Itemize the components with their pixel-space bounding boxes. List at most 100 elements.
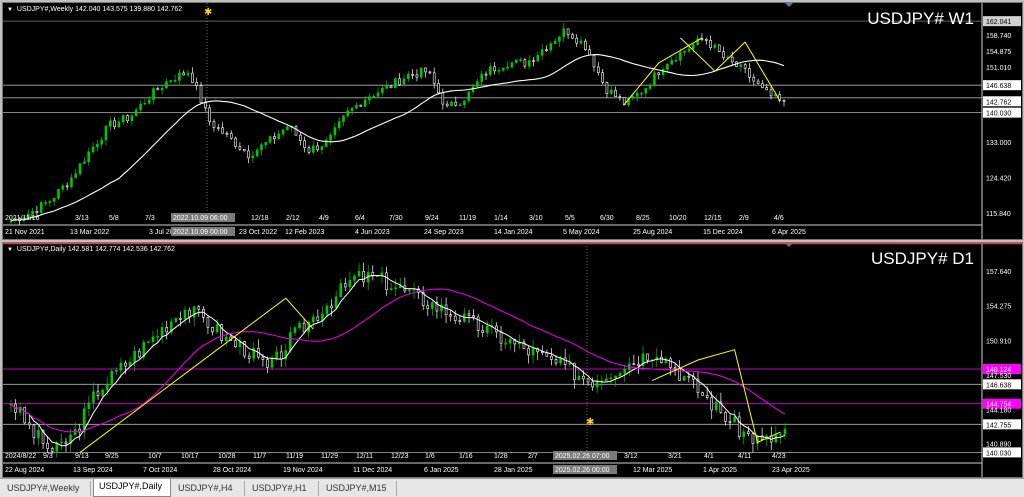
upper-date-label: 2/9: [739, 215, 749, 222]
zigzag-line: [79, 297, 314, 454]
candle-body: [722, 51, 725, 58]
candle-body: [640, 92, 643, 95]
candle-body: [402, 78, 406, 86]
upper-date-label: 4/6: [774, 215, 784, 222]
candle-body: [761, 83, 764, 88]
candle-body: [467, 313, 471, 316]
candle-body: [661, 69, 665, 75]
candle-body: [532, 60, 535, 62]
weekly-symbol-label: USDJPY# W1: [867, 9, 974, 28]
candle-body: [783, 428, 787, 435]
candle-body: [609, 89, 613, 94]
candle-body: [279, 351, 283, 360]
weekly-chart-canvas[interactable]: 162.041 158.740 154.875 151.010 146.638 142.7…: [3, 3, 1022, 239]
candle-body: [307, 147, 311, 153]
chart-tab-bar: USDJPY#,Weekly USDJPY#,Daily USDJPY#,H4 …: [0, 478, 1024, 497]
candle-body: [348, 279, 352, 288]
candle-body: [450, 101, 453, 107]
moving-average-line: [10, 54, 785, 222]
candle-body: [208, 107, 211, 123]
upper-date-label: 3/13: [75, 215, 89, 222]
time-axis-label: 14 Jan 2024: [494, 229, 533, 236]
candle-body: [432, 72, 436, 84]
candle-body: [119, 362, 123, 371]
candle-body: [458, 104, 462, 107]
weekly-chart[interactable]: 162.041 158.740 154.875 151.010 146.638 142.7…: [2, 2, 1023, 240]
candle-body: [679, 52, 682, 61]
candle-body: [298, 322, 301, 329]
candle-body: [204, 102, 207, 109]
candle-body: [444, 304, 448, 315]
candle-body: [303, 140, 306, 149]
candle-body: [39, 202, 43, 213]
candle-body: [389, 288, 393, 290]
candle-body: [330, 305, 333, 309]
candle-body: [137, 350, 141, 358]
price-tag-label: 140.030: [986, 111, 1011, 118]
daily-chart-canvas[interactable]: 157.640154.275150.910148.124147.530146.6…: [3, 243, 1022, 477]
candle-body: [165, 327, 169, 333]
crosshair-marker-icon: ✱: [204, 7, 212, 18]
chart-frame: 162.041 158.740 154.875 151.010 146.638 142.7…: [0, 0, 1024, 478]
tab-usdjpy-m15[interactable]: USDJPY#,M15: [321, 481, 397, 496]
candle-body: [504, 342, 507, 345]
candle-body: [713, 44, 717, 48]
price-axis-label: 147.530: [986, 373, 1011, 380]
candle-body: [536, 54, 540, 62]
candle-body: [31, 211, 34, 215]
candle-body: [701, 392, 704, 396]
candle-body: [174, 318, 178, 322]
candle-body: [554, 359, 558, 364]
candle-body: [592, 54, 596, 68]
upper-date-label: 1/14: [494, 215, 508, 222]
tab-usdjpy-h4[interactable]: USDJPY#,H4: [173, 481, 245, 496]
weekly-chart-header: ▼ USDJPY#,Weekly 142.040 143.575 139.880…: [7, 6, 182, 13]
tab-usdjpy-h1[interactable]: USDJPY#,H1: [247, 481, 319, 496]
upper-date-label: 3/10: [529, 215, 543, 222]
candle-body: [618, 96, 622, 98]
candle-body: [431, 302, 434, 309]
candle-body: [35, 211, 39, 213]
candle-body: [247, 150, 250, 159]
candle-body: [709, 39, 712, 48]
candle-body: [48, 201, 52, 203]
upper-date-label: 7/30: [389, 215, 403, 222]
daily-chart[interactable]: 157.640 154.275 150.910 148.124 147.530 146.6…: [2, 242, 1023, 478]
upper-date-label: 12/23: [391, 453, 409, 460]
upper-date-label: 10/20: [669, 215, 687, 222]
candle-body: [398, 285, 402, 289]
candle-body: [133, 350, 136, 363]
price-axis-label: 157.640: [986, 269, 1011, 276]
price-axis-label: 144.180: [986, 408, 1011, 415]
candle-body: [674, 59, 678, 62]
time-axis-label: 12 Mar 2025: [633, 467, 672, 474]
candle-body: [710, 397, 714, 411]
candle-body: [302, 322, 306, 333]
candle-body: [64, 441, 68, 444]
candle-body: [476, 81, 479, 87]
candle-body: [238, 146, 242, 150]
candle-body: [595, 380, 599, 388]
weekly-header-text: USDJPY#,Weekly 142.040 143.575 139.880 1…: [16, 6, 183, 13]
candle-body: [682, 375, 686, 381]
candle-body: [78, 163, 82, 175]
candle-body: [458, 320, 462, 323]
candle-body: [782, 100, 786, 102]
candle-body: [202, 308, 205, 318]
candle-body: [44, 202, 47, 204]
upper-date-label: 5/8: [109, 215, 119, 222]
candle-body: [737, 416, 741, 437]
candle-body: [23, 406, 27, 424]
candle-body: [134, 109, 138, 116]
candle-body: [299, 134, 302, 141]
upper-date-label: 3/12: [624, 453, 638, 460]
candle-body: [160, 87, 164, 91]
candle-body: [774, 434, 778, 443]
candle-body: [152, 88, 155, 101]
tab-usdjpy-daily[interactable]: USDJPY#,Daily: [93, 479, 171, 497]
tab-usdjpy-weekly[interactable]: USDJPY#,Weekly: [2, 481, 91, 496]
candle-body: [224, 336, 228, 341]
candle-body: [156, 336, 159, 338]
candle-body: [357, 270, 361, 277]
upper-date-label: 9/24: [425, 215, 439, 222]
